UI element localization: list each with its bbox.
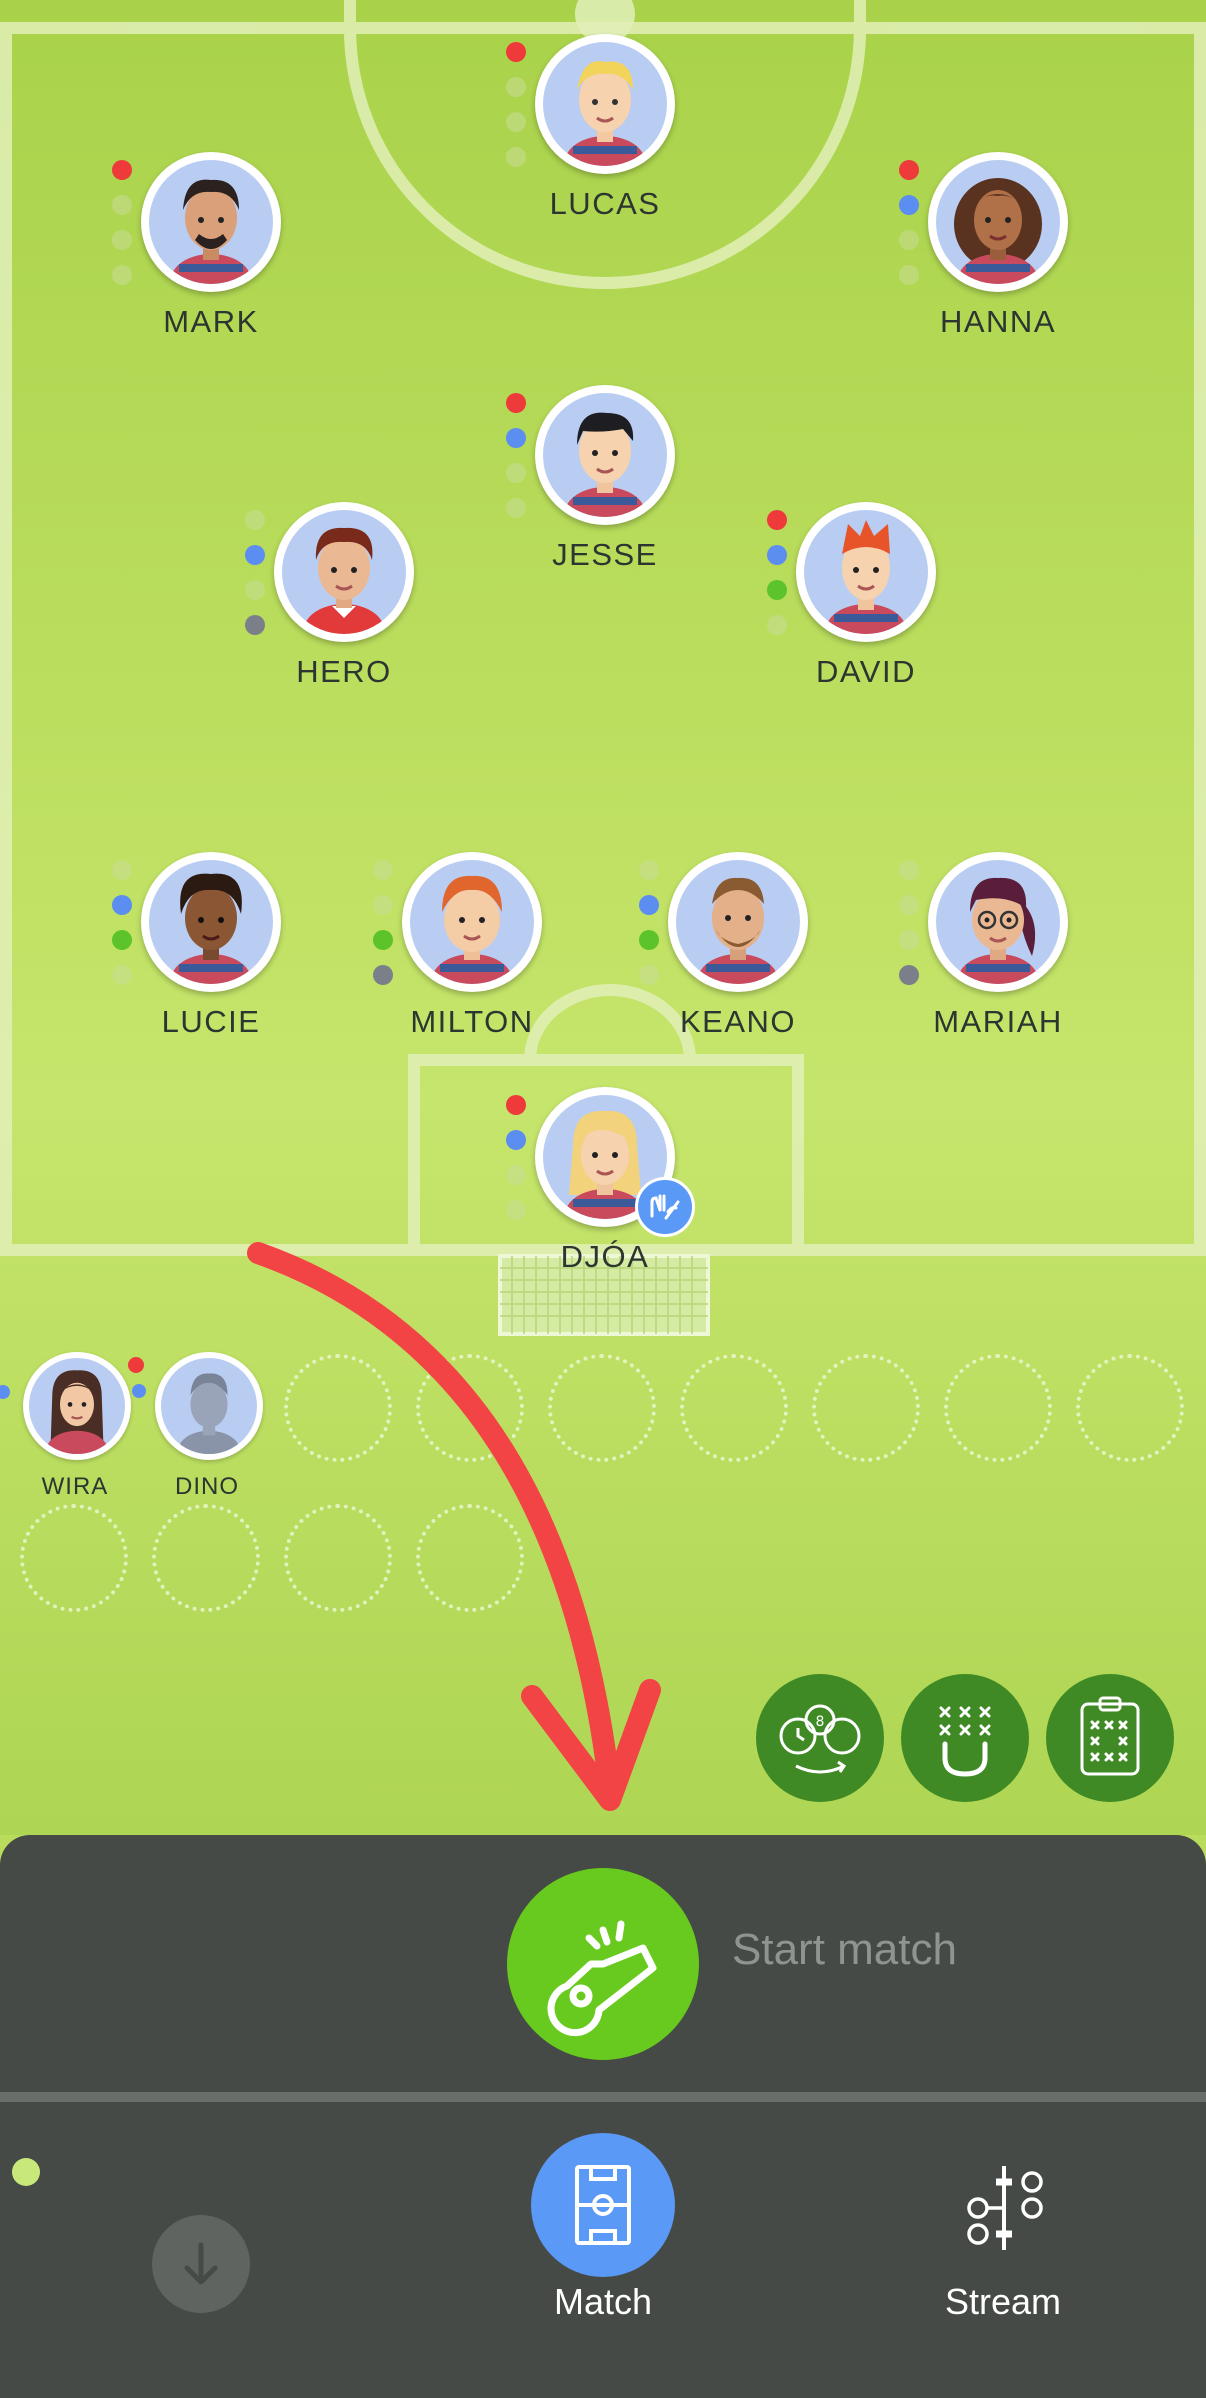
stream-icon [967, 2166, 1043, 2250]
start-match-button[interactable] [507, 1868, 699, 2060]
red-arrow-annotation [247, 1242, 661, 1811]
arrow-down-icon [184, 2242, 218, 2285]
pitch-icon [575, 2165, 631, 2245]
match-tab-label: Match [553, 2281, 653, 2322]
stream-tab-label: Stream [944, 2281, 1062, 2322]
download-button[interactable] [152, 2215, 250, 2313]
bottom-panel: Start match Match Stream [0, 1835, 1206, 2398]
match-tab-button[interactable] [531, 2133, 675, 2277]
panel-divider [0, 2092, 1206, 2102]
whistle-icon [547, 1920, 657, 2037]
notification-dot [12, 2158, 40, 2186]
pitch: LUCAS MARK HANNA JESSE HERO DAVID LUCIE … [0, 0, 1206, 1835]
start-match-label: Start match [732, 1925, 957, 1974]
